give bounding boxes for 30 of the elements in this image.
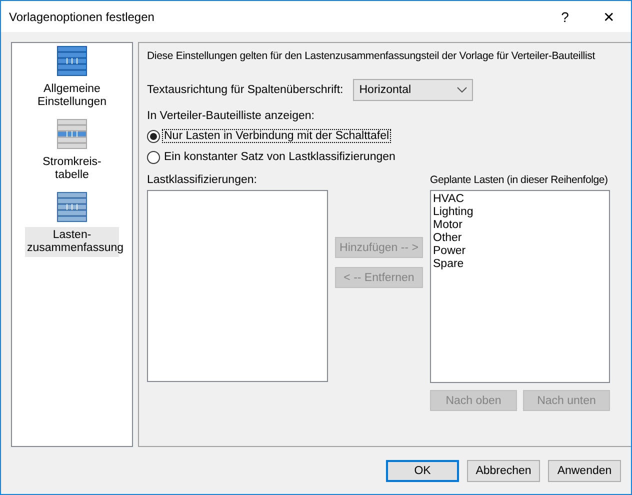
radio-button[interactable] <box>147 130 160 142</box>
dialog-button[interactable]: OK <box>386 460 459 482</box>
radio-label[interactable]: Nur Lasten in Verbindung mit der Schalttafel <box>162 129 392 143</box>
sidebar-item[interactable]: Allgemeine Einstellungen <box>25 81 119 111</box>
table-icon <box>57 46 87 76</box>
dialog-button[interactable]: Abbrechen <box>467 460 540 482</box>
radio-button[interactable] <box>147 150 160 164</box>
alignment-dropdown[interactable]: Horizontal <box>353 79 474 101</box>
classifications-list[interactable] <box>147 190 328 382</box>
dialog-button[interactable]: Anwenden <box>548 460 621 482</box>
help-button[interactable]: ? <box>543 2 587 32</box>
close-button[interactable]: ✕ <box>587 2 631 32</box>
radio-label[interactable]: Ein konstanter Satz von Lastklassifizierungen <box>162 150 398 164</box>
sidebar-item[interactable]: Stromkreis-tabelle <box>25 154 119 184</box>
table-icon <box>57 119 87 149</box>
group-label: In Verteiler-Bauteilliste anzeigen: <box>147 110 316 122</box>
description-text: Diese Einstellungen gelten für den Lastenzusammenfassungsteil der Vorlage für Verteiler-Bauteillist <box>147 50 596 64</box>
chevron-down-icon <box>457 87 468 93</box>
alignment-label: Textausrichtung für Spaltenüberschrift: <box>147 84 344 96</box>
list-label: Geplante Lasten (in dieser Reihenfolge) <box>430 174 609 186</box>
planned-loads-list[interactable]: HVAC Lighting Motor Other Power Spare <box>430 190 610 383</box>
list-item[interactable]: Lighting <box>433 206 607 219</box>
window-title: Vorlagenoptionen festlegen <box>9 10 156 24</box>
list-item[interactable]: Spare <box>433 258 607 271</box>
list-item[interactable]: Other <box>433 232 607 245</box>
list-item[interactable]: HVAC <box>433 193 607 206</box>
table-icon <box>57 192 87 222</box>
list-label: Lastklassifizierungen: <box>147 174 258 186</box>
list-item[interactable]: Power <box>433 245 607 258</box>
list-item[interactable]: Motor <box>433 219 607 232</box>
